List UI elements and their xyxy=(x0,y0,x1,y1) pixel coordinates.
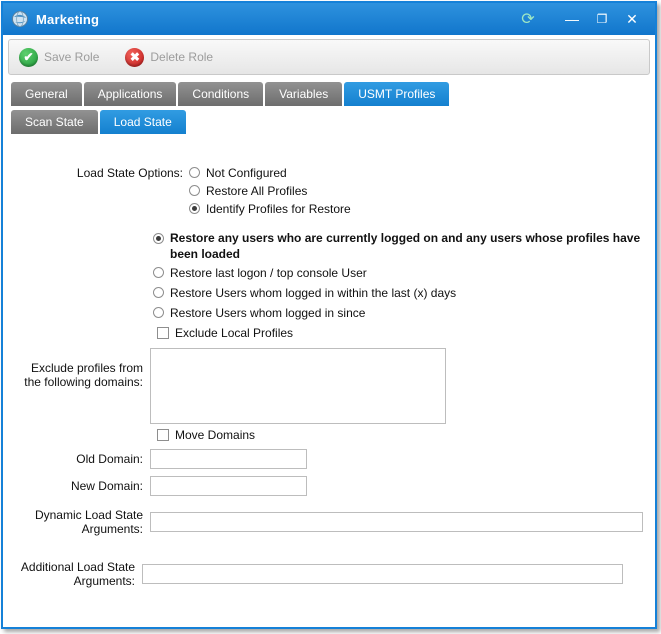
checkbox-icon[interactable] xyxy=(157,429,169,441)
radio-restore-logged-on-users[interactable]: Restore any users who are currently logg… xyxy=(153,230,645,262)
additional-args-input[interactable] xyxy=(142,564,623,584)
radio-icon[interactable] xyxy=(153,287,164,298)
exclude-local-profiles-row[interactable]: Exclude Local Profiles xyxy=(157,326,645,340)
new-domain-input[interactable] xyxy=(150,476,307,496)
additional-args-row: Additional Load State Arguments: xyxy=(13,560,645,588)
tab-scan-state[interactable]: Scan State xyxy=(11,110,98,134)
refresh-icon[interactable]: ⟳ xyxy=(513,7,543,31)
move-domains-row[interactable]: Move Domains xyxy=(157,428,645,442)
delete-role-button[interactable]: ✖ Delete Role xyxy=(125,48,213,67)
save-role-label: Save Role xyxy=(44,50,99,64)
radio-not-configured[interactable]: Not Configured xyxy=(189,164,351,182)
save-role-button[interactable]: ✔ Save Role xyxy=(19,48,99,67)
titlebar: Marketing ⟳ — ❐ ✕ xyxy=(3,3,655,35)
tab-usmt-profiles[interactable]: USMT Profiles xyxy=(344,82,449,106)
maximize-button[interactable]: ❐ xyxy=(587,7,617,31)
dynamic-args-label: Dynamic Load State Arguments: xyxy=(13,508,143,536)
radio-restore-last-x-days[interactable]: Restore Users whom logged in within the … xyxy=(153,284,645,302)
exclude-local-profiles-label: Exclude Local Profiles xyxy=(175,326,293,340)
delete-role-label: Delete Role xyxy=(150,50,213,64)
radio-label: Identify Profiles for Restore xyxy=(206,200,351,218)
load-state-panel: Load State Options: Not Configured Resto… xyxy=(3,134,655,588)
additional-args-label: Additional Load State Arguments: xyxy=(13,560,135,588)
secondary-tab-row: Scan State Load State xyxy=(11,110,647,134)
check-icon: ✔ xyxy=(19,48,38,67)
radio-restore-all-profiles[interactable]: Restore All Profiles xyxy=(189,182,351,200)
dynamic-args-input[interactable] xyxy=(150,512,643,532)
load-state-options-group: Not Configured Restore All Profiles Iden… xyxy=(189,164,351,218)
globe-icon xyxy=(11,10,29,28)
minimize-button[interactable]: — xyxy=(557,7,587,31)
radio-icon[interactable] xyxy=(189,203,200,214)
close-button[interactable]: ✕ xyxy=(617,7,647,31)
x-icon: ✖ xyxy=(125,48,144,67)
radio-label: Restore last logon / top console User xyxy=(170,264,367,282)
move-domains-label: Move Domains xyxy=(175,428,255,442)
radio-label: Restore Users whom logged in since xyxy=(170,304,365,322)
exclude-domains-row: Exclude profiles from the following doma… xyxy=(13,348,645,424)
marketing-window: Marketing ⟳ — ❐ ✕ ✔ Save Role ✖ Delete R… xyxy=(1,1,657,629)
load-state-options-label: Load State Options: xyxy=(13,164,183,218)
toolbar: ✔ Save Role ✖ Delete Role xyxy=(8,39,650,75)
old-domain-label: Old Domain: xyxy=(13,452,143,466)
exclude-domains-textarea[interactable] xyxy=(150,348,446,424)
old-domain-row: Old Domain: xyxy=(13,449,645,469)
tab-variables[interactable]: Variables xyxy=(265,82,342,106)
radio-icon[interactable] xyxy=(153,307,164,318)
radio-label: Restore All Profiles xyxy=(206,182,307,200)
radio-icon[interactable] xyxy=(153,267,164,278)
radio-label: Not Configured xyxy=(206,164,287,182)
tab-general[interactable]: General xyxy=(11,82,82,106)
exclude-domains-label: Exclude profiles from the following doma… xyxy=(13,348,143,424)
radio-icon[interactable] xyxy=(189,167,200,178)
radio-icon[interactable] xyxy=(189,185,200,196)
radio-icon[interactable] xyxy=(153,233,164,244)
tab-conditions[interactable]: Conditions xyxy=(178,82,263,106)
radio-label: Restore Users whom logged in within the … xyxy=(170,284,456,302)
new-domain-label: New Domain: xyxy=(13,479,143,493)
tab-applications[interactable]: Applications xyxy=(84,82,177,106)
load-state-options-row: Load State Options: Not Configured Resto… xyxy=(13,164,645,218)
tab-load-state[interactable]: Load State xyxy=(100,110,186,134)
radio-restore-last-logon[interactable]: Restore last logon / top console User xyxy=(153,264,645,282)
radio-label: Restore any users who are currently logg… xyxy=(170,230,645,262)
checkbox-icon[interactable] xyxy=(157,327,169,339)
radio-restore-since[interactable]: Restore Users whom logged in since xyxy=(153,304,645,322)
radio-identify-profiles[interactable]: Identify Profiles for Restore xyxy=(189,200,351,218)
window-title: Marketing xyxy=(36,12,99,27)
new-domain-row: New Domain: xyxy=(13,476,645,496)
restore-options-group: Restore any users who are currently logg… xyxy=(153,230,645,322)
old-domain-input[interactable] xyxy=(150,449,307,469)
primary-tab-row: General Applications Conditions Variable… xyxy=(11,82,647,106)
dynamic-args-row: Dynamic Load State Arguments: xyxy=(13,508,645,536)
